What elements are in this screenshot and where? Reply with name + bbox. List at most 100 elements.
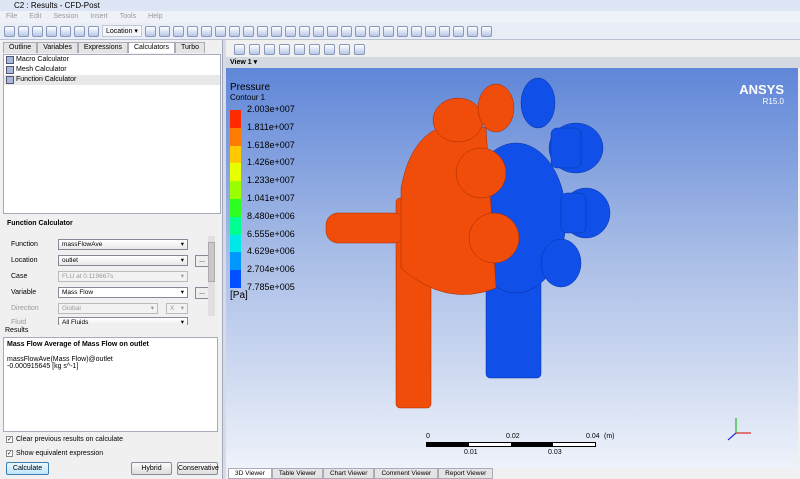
case-comparison-icon[interactable] (452, 25, 464, 37)
menu-help[interactable]: Help (148, 13, 162, 20)
fluid-select[interactable]: All Fluids (58, 317, 188, 325)
title-bar: C2 : Results - CFD-Post (0, 0, 800, 11)
menu-bar: File Edit Session Insert Tools Help (0, 11, 800, 23)
tab-report-viewer[interactable]: Report Viewer (438, 468, 494, 479)
tab-turbo[interactable]: Turbo (175, 42, 206, 53)
tree-label: Mesh Calculator (16, 66, 67, 73)
zoom-icon[interactable] (279, 44, 290, 55)
volume-rendering-icon[interactable] (200, 25, 212, 37)
calculate-button[interactable]: Calculate (6, 462, 49, 475)
results-box[interactable]: Mass Flow Average of Mass Flow on outlet… (3, 337, 218, 432)
isosurface-icon[interactable] (214, 25, 226, 37)
hybrid-button[interactable]: Hybrid (131, 462, 172, 475)
undo-icon[interactable] (74, 25, 85, 37)
location-browse-button[interactable]: ... (195, 255, 209, 267)
pan-icon[interactable] (264, 44, 275, 55)
scrollbar[interactable] (208, 236, 215, 316)
redo-icon[interactable] (88, 25, 99, 37)
table-icon[interactable] (326, 25, 338, 37)
tab-3d-viewer[interactable]: 3D Viewer (228, 468, 272, 479)
command-icon[interactable] (480, 25, 492, 37)
tree-item-function-calculator[interactable]: Function Calculator (4, 75, 220, 85)
variable-icon[interactable] (298, 25, 310, 37)
turbo-icon[interactable] (466, 25, 478, 37)
calculator-icon[interactable] (438, 25, 450, 37)
location-select[interactable]: outlet (58, 255, 188, 266)
calculator-tree: Macro Calculator Mesh Calculator Functio… (3, 54, 221, 214)
tree-label: Function Calculator (16, 76, 77, 83)
scale-unit: (m) (604, 433, 615, 440)
chart-icon[interactable] (340, 25, 352, 37)
text-icon[interactable] (354, 25, 366, 37)
save-icon[interactable] (32, 25, 43, 37)
quick-editor-icon[interactable] (410, 25, 422, 37)
location-dropdown[interactable]: Location ▾ (102, 25, 142, 37)
fit-view-icon[interactable] (324, 44, 335, 55)
rotate-icon[interactable] (249, 44, 260, 55)
checkbox-icon: ✓ (6, 436, 13, 443)
figure-icon[interactable] (368, 25, 380, 37)
show-expression-checkbox[interactable]: ✓ Show equivalent expression (6, 449, 103, 459)
viewport-layout-icon[interactable] (339, 44, 350, 55)
open-icon[interactable] (18, 25, 29, 37)
menu-tools[interactable]: Tools (120, 13, 136, 20)
function-select[interactable]: massFlowAve (58, 239, 188, 250)
axis-select[interactable]: X (166, 303, 188, 314)
case-select[interactable]: FLU at 0.119667s (58, 271, 188, 282)
clock-icon[interactable] (382, 25, 394, 37)
variable-browse-button[interactable]: ... (195, 287, 209, 299)
select-icon[interactable] (234, 44, 245, 55)
print-icon[interactable] (60, 25, 71, 37)
location-row: Location outlet... (11, 255, 211, 267)
tab-variables[interactable]: Variables (37, 42, 78, 53)
tab-outline[interactable]: Outline (3, 42, 38, 53)
probe-icon[interactable] (424, 25, 436, 37)
expression-icon[interactable] (312, 25, 324, 37)
direction-label: Direction (11, 305, 39, 312)
3d-viewport[interactable]: Pressure Contour 1 2.003e+007 1.811e+007 1… (226, 68, 798, 468)
view-selector[interactable]: View 1 ▾ (226, 57, 800, 68)
vector-icon[interactable] (144, 25, 156, 37)
sync-icon[interactable] (354, 44, 365, 55)
animation-icon[interactable] (396, 25, 408, 37)
zoom-box-icon[interactable] (294, 44, 305, 55)
scale-label: 0.04 (586, 433, 600, 440)
tree-item-mesh-calculator[interactable]: Mesh Calculator (4, 65, 220, 75)
particle-track-icon[interactable] (186, 25, 198, 37)
legend-icon[interactable] (242, 25, 254, 37)
direction-row: Direction Global X (11, 303, 211, 315)
report-icon[interactable] (46, 25, 57, 37)
menu-edit[interactable]: Edit (29, 13, 41, 20)
results-heading: Mass Flow Average of Mass Flow on outlet (7, 341, 149, 348)
scale-label: 0 (426, 433, 430, 440)
zoom-fit-icon[interactable] (309, 44, 320, 55)
menu-insert[interactable]: Insert (90, 13, 108, 20)
tab-table-viewer[interactable]: Table Viewer (271, 468, 323, 479)
color-map-icon[interactable] (284, 25, 296, 37)
variable-label: Variable (11, 289, 37, 296)
tab-expressions[interactable]: Expressions (77, 42, 128, 53)
scrollbar-thumb[interactable] (208, 242, 215, 282)
streamline-icon[interactable] (172, 25, 184, 37)
symbol-icon[interactable] (228, 25, 240, 37)
variable-select[interactable]: Mass Flow (58, 287, 188, 298)
main-toolbar: Location ▾ (0, 23, 800, 40)
new-icon[interactable] (4, 25, 15, 37)
menu-session[interactable]: Session (53, 13, 78, 20)
function-row: Function massFlowAve (11, 239, 211, 251)
coordinate-frame-icon[interactable] (270, 25, 282, 37)
menu-file[interactable]: File (6, 13, 17, 20)
contour-icon[interactable] (158, 25, 170, 37)
tree-item-macro-calculator[interactable]: Macro Calculator (4, 55, 220, 65)
checkbox-icon: ✓ (6, 450, 13, 457)
mesh-icon (6, 66, 14, 74)
instance-icon[interactable] (256, 25, 268, 37)
tab-comment-viewer[interactable]: Comment Viewer (374, 468, 439, 479)
tab-chart-viewer[interactable]: Chart Viewer (322, 468, 375, 479)
direction-select[interactable]: Global (58, 303, 158, 314)
viewer-panel: View 1 ▾ Pressure Contour 1 2.003e+007 1.… (226, 40, 800, 479)
scale-label: 0.02 (506, 433, 520, 440)
clear-results-checkbox[interactable]: ✓ Clear previous results on calculate (6, 435, 123, 445)
conservative-button[interactable]: Conservative (177, 462, 219, 475)
tab-calculators[interactable]: Calculators (128, 42, 176, 53)
